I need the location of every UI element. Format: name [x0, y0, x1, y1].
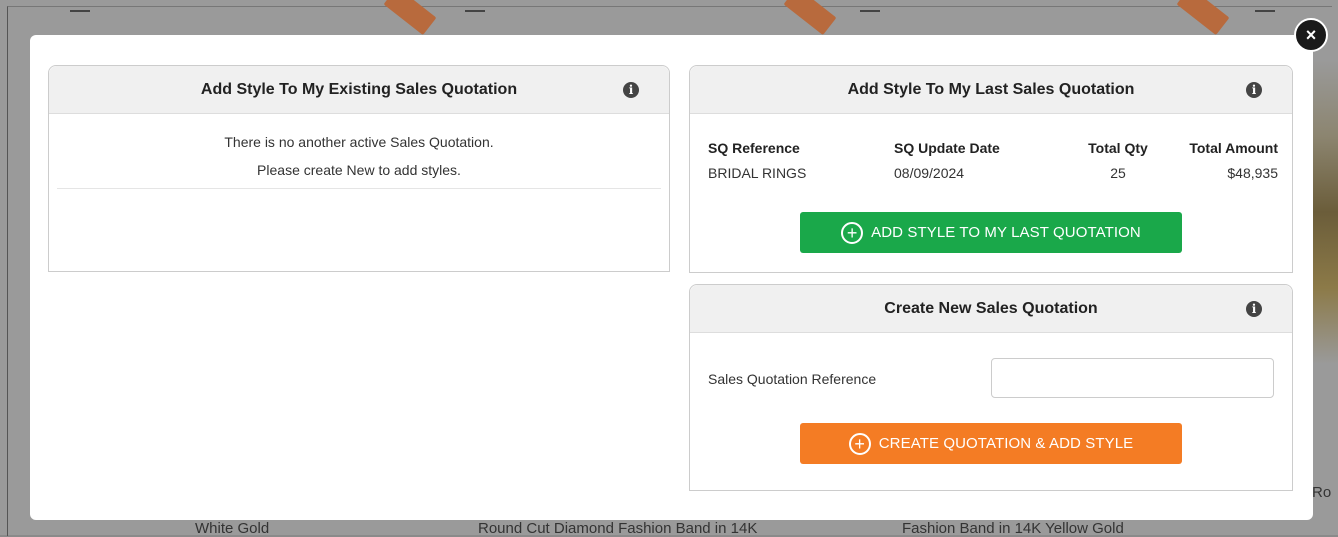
- create-quotation-and-add-style-button[interactable]: + CREATE QUOTATION & ADD STYLE: [800, 423, 1182, 464]
- background-product-caption: Ro: [1312, 484, 1332, 501]
- column-header-sq-reference: SQ Reference: [708, 140, 800, 156]
- empty-state-line: Please create New to add styles.: [257, 162, 461, 178]
- background-product-caption: Round Cut Diamond Fashion Band in 14K: [478, 520, 758, 537]
- background-tile-marker: [465, 10, 485, 12]
- cell-total-amount: $48,935: [1227, 165, 1278, 181]
- background-product-caption: White Gold: [195, 520, 270, 537]
- new-quotation-panel: Create New Sales Quotation i Sales Quota…: [689, 284, 1293, 491]
- column-header-sq-update-date: SQ Update Date: [894, 140, 1000, 156]
- cell-sq-update-date: 08/09/2024: [894, 165, 965, 181]
- button-label: ADD STYLE TO MY LAST QUOTATION: [871, 224, 1141, 241]
- empty-state-message: There is no another active Sales Quotati…: [49, 114, 669, 178]
- background-tile-marker: [1255, 10, 1275, 12]
- add-style-modal: Add Style To My Existing Sales Quotation…: [30, 35, 1313, 520]
- last-quotation-table: SQ Reference SQ Update Date Total Qty To…: [708, 136, 1278, 186]
- last-quotation-panel: Add Style To My Last Sales Quotation i S…: [689, 65, 1293, 273]
- cell-sq-reference: BRIDAL RINGS: [708, 165, 807, 181]
- empty-state-line: There is no another active Sales Quotati…: [224, 134, 494, 150]
- background-product-caption: Fashion Band in 14K Yellow Gold: [902, 520, 1124, 537]
- background-product-image: [1312, 60, 1338, 440]
- info-icon[interactable]: i: [623, 82, 639, 98]
- button-label: CREATE QUOTATION & ADD STYLE: [878, 435, 1134, 452]
- column-header-total-qty: Total Qty: [1088, 140, 1148, 156]
- sales-quotation-reference-input[interactable]: [991, 358, 1274, 398]
- info-icon[interactable]: i: [1246, 82, 1262, 98]
- sales-quotation-reference-label: Sales Quotation Reference: [708, 371, 877, 387]
- background-tile-marker: [70, 10, 90, 12]
- table-header-row: SQ Reference SQ Update Date Total Qty To…: [708, 136, 1278, 160]
- existing-quotation-title: Add Style To My Existing Sales Quotation: [200, 80, 518, 98]
- last-quotation-header: Add Style To My Last Sales Quotation i: [690, 66, 1292, 114]
- background-tile-marker: [860, 10, 880, 12]
- table-row: BRIDAL RINGS 08/09/2024 25 $48,935: [708, 160, 1278, 186]
- info-icon[interactable]: i: [1246, 301, 1262, 317]
- cell-total-qty: 25: [1110, 165, 1126, 181]
- plus-circle-icon: +: [841, 221, 864, 244]
- divider: [57, 188, 661, 189]
- last-quotation-title: Add Style To My Last Sales Quotation: [847, 80, 1135, 98]
- new-quotation-title: Create New Sales Quotation: [884, 299, 1098, 317]
- add-style-to-last-quotation-button[interactable]: + ADD STYLE TO MY LAST QUOTATION: [800, 212, 1182, 253]
- new-quotation-header: Create New Sales Quotation i: [690, 285, 1292, 333]
- plus-circle-icon: +: [848, 432, 871, 455]
- existing-quotation-header: Add Style To My Existing Sales Quotation…: [49, 66, 669, 114]
- existing-quotation-panel: Add Style To My Existing Sales Quotation…: [48, 65, 670, 272]
- column-header-total-amount: Total Amount: [1189, 140, 1278, 156]
- close-icon[interactable]: ×: [1294, 18, 1328, 52]
